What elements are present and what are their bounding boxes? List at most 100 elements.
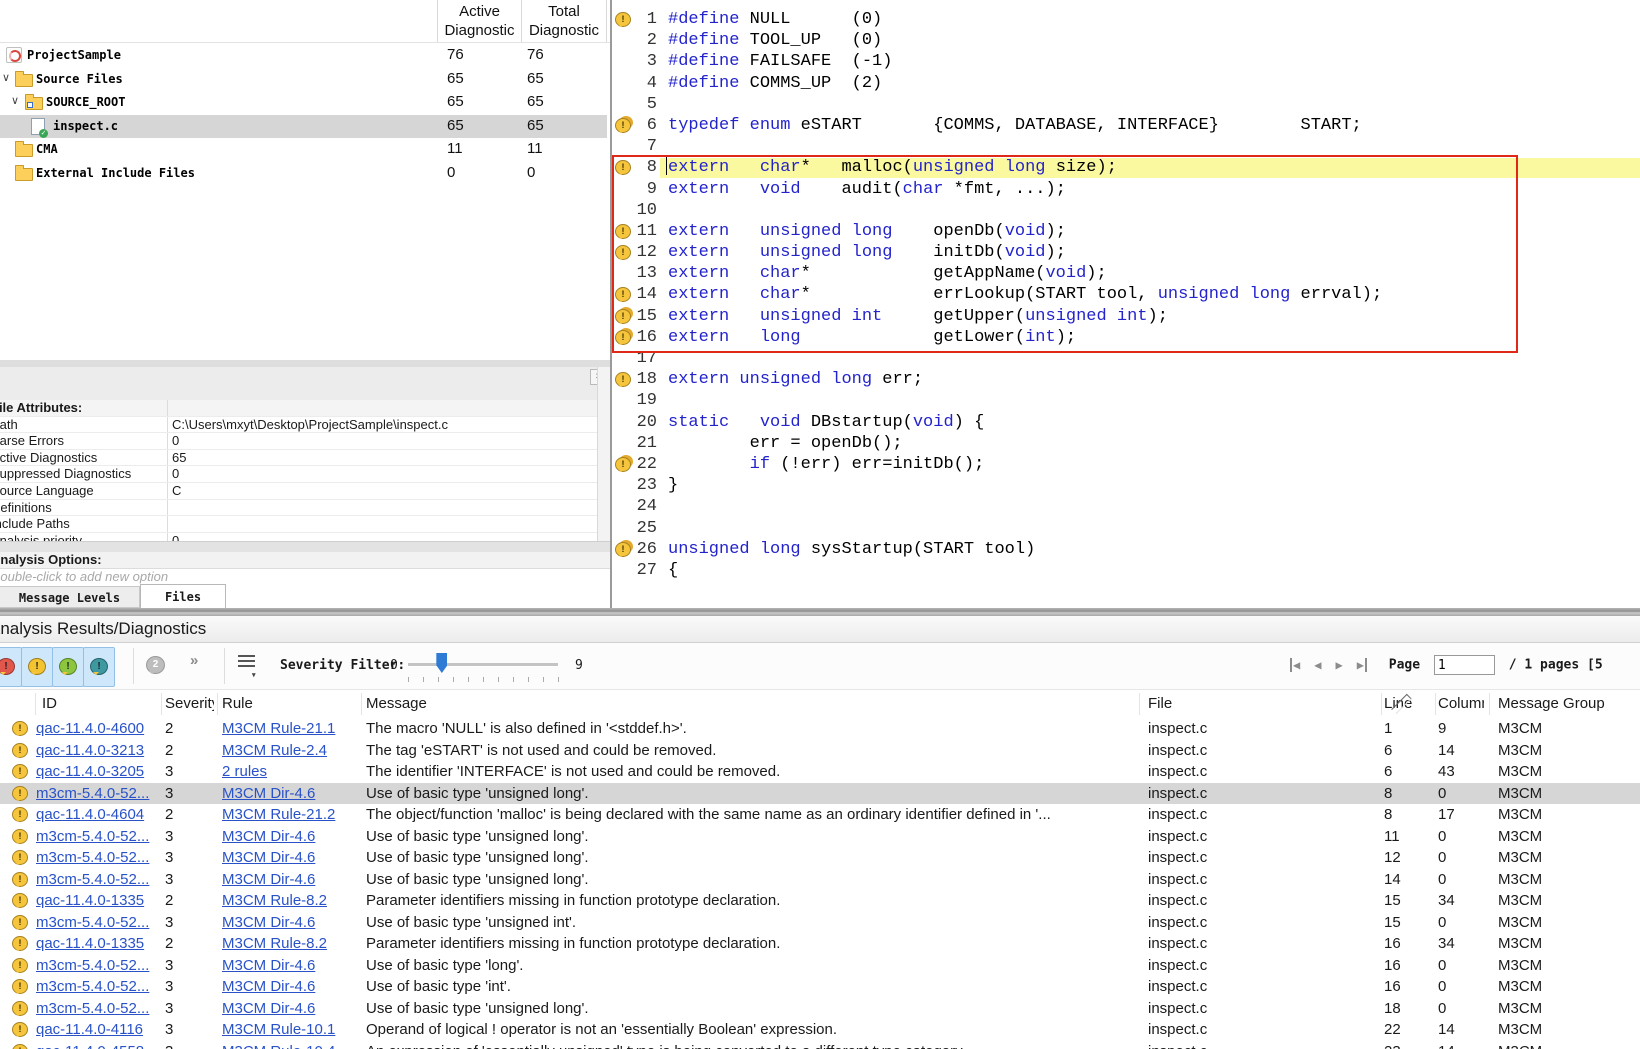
horizontal-splitter[interactable] [0, 360, 610, 367]
diagnostic-id-link[interactable]: m3cm-5.4.0-52... [36, 828, 149, 845]
tab-files[interactable]: Files [140, 584, 226, 608]
table-row[interactable]: !m3cm-5.4.0-52...3M3CM Dir-4.6Use of bas… [0, 847, 1640, 869]
rule-link[interactable]: M3CM Rule-8.2 [222, 892, 327, 909]
rule-link[interactable]: M3CM Dir-4.6 [222, 978, 315, 995]
fast-forward-icon[interactable]: » [190, 652, 198, 669]
attribute-row[interactable]: Include Paths [0, 516, 597, 533]
attribute-value[interactable]: 0 [168, 466, 597, 482]
expand-chevron-icon[interactable]: ∨ [11, 94, 19, 107]
code-line-19[interactable]: 19 [612, 390, 1640, 411]
attribute-row[interactable]: Source LanguageC [0, 483, 597, 500]
code-line-21[interactable]: 21 err = openDb(); [612, 433, 1640, 454]
diagnostic-id-link[interactable]: m3cm-5.4.0-52... [36, 871, 149, 888]
expand-chevron-icon[interactable]: ∨ [2, 71, 10, 84]
code-line-3[interactable]: 3#define FAILSAFE (-1) [612, 51, 1640, 72]
code-line-20[interactable]: 20static void DBstartup(void) { [612, 412, 1640, 433]
diagnostic-id-link[interactable]: qac-11.4.0-4600 [36, 720, 144, 737]
attribute-row[interactable]: Definitions [0, 500, 597, 517]
table-row[interactable]: !qac-11.4.0-320532 rulesThe identifier '… [0, 761, 1640, 783]
diagnostic-id-link[interactable]: qac-11.4.0-1335 [36, 892, 144, 909]
rule-link[interactable]: M3CM Rule-2.4 [222, 742, 327, 759]
rule-link[interactable]: M3CM Rule-10.4 [222, 1043, 335, 1049]
table-row[interactable]: !qac-11.4.0-46042M3CM Rule-21.2The objec… [0, 804, 1640, 826]
header-severity[interactable]: Severity [162, 693, 218, 715]
table-row[interactable]: !m3cm-5.4.0-52...3M3CM Dir-4.6Use of bas… [0, 783, 1640, 805]
diagnostic-id-link[interactable]: m3cm-5.4.0-52... [36, 978, 149, 995]
table-row[interactable]: !qac-11.4.0-13352M3CM Rule-8.2Parameter … [0, 890, 1640, 912]
tree-item-source-files[interactable]: ∨Source Files6565 [0, 68, 607, 91]
header-id[interactable]: ID [36, 693, 162, 715]
last-page-icon[interactable]: ▶ [1357, 658, 1367, 672]
rule-link[interactable]: M3CM Rule-10.1 [222, 1021, 335, 1038]
rule-link[interactable]: M3CM Dir-4.6 [222, 785, 315, 802]
table-row[interactable]: !m3cm-5.4.0-52...3M3CM Dir-4.6Use of bas… [0, 869, 1640, 891]
table-row[interactable]: !qac-11.4.0-46002M3CM Rule-21.1The macro… [0, 718, 1640, 740]
code-line-4[interactable]: 4#define COMMS_UP (2) [612, 73, 1640, 94]
diagnostic-id-link[interactable]: qac-11.4.0-3213 [36, 742, 144, 759]
add-option-placeholder[interactable]: Double-click to add new option [0, 568, 610, 586]
table-row[interactable]: !qac-11.4.0-45583M3CM Rule-10.4An expres… [0, 1041, 1640, 1049]
tree-item-source-root[interactable]: ∨SOURCE_ROOT6565 [0, 91, 607, 114]
rule-link[interactable]: M3CM Dir-4.6 [222, 914, 315, 931]
view-menu-icon[interactable]: ▾ [238, 655, 255, 670]
diagnostic-id-link[interactable]: m3cm-5.4.0-52... [36, 785, 149, 802]
header-file[interactable]: File [1140, 693, 1382, 715]
code-line-6[interactable]: !6typedef enum eSTART {COMMS, DATABASE, … [612, 115, 1640, 136]
rule-link[interactable]: M3CM Dir-4.6 [222, 957, 315, 974]
filter-info-button[interactable]: ! [52, 647, 84, 687]
attribute-value[interactable]: C [168, 483, 597, 499]
tree-header-active-diagnostic[interactable]: Active Diagnostic [437, 0, 521, 42]
diagnostic-id-link[interactable]: qac-11.4.0-3205 [36, 763, 144, 780]
tree-item-cma[interactable]: CMA1111 [0, 138, 607, 161]
table-row[interactable]: !m3cm-5.4.0-52...3M3CM Dir-4.6Use of bas… [0, 912, 1640, 934]
attribute-value[interactable] [168, 500, 597, 516]
rule-link[interactable]: M3CM Rule-21.1 [222, 720, 335, 737]
diagnostic-id-link[interactable]: m3cm-5.4.0-52... [36, 957, 149, 974]
attribute-row[interactable]: Active Diagnostics65 [0, 450, 597, 467]
filter-error-button[interactable]: ! [0, 647, 22, 687]
attribute-row[interactable]: Parse Errors0 [0, 433, 597, 450]
diagnostic-id-link[interactable]: qac-11.4.0-4116 [36, 1021, 143, 1038]
tree-item-external-include-files[interactable]: External Include Files00 [0, 162, 607, 185]
code-line-25[interactable]: 25 [612, 518, 1640, 539]
diagnostic-id-link[interactable]: m3cm-5.4.0-52... [36, 914, 149, 931]
attributes-scrollbar[interactable]: ⇕ [597, 367, 611, 557]
diagnostic-id-link[interactable]: m3cm-5.4.0-52... [36, 849, 149, 866]
rule-link[interactable]: M3CM Rule-8.2 [222, 935, 327, 952]
attribute-value[interactable] [168, 516, 597, 532]
rule-link[interactable]: 2 rules [222, 763, 267, 780]
code-line-23[interactable]: 23} [612, 475, 1640, 496]
table-row[interactable]: !m3cm-5.4.0-52...3M3CM Dir-4.6Use of bas… [0, 826, 1640, 848]
previous-page-icon[interactable]: ◀ [1314, 658, 1321, 672]
diagnostic-id-link[interactable]: qac-11.4.0-4604 [36, 806, 144, 823]
severity-slider-thumb[interactable] [436, 653, 447, 673]
rule-link[interactable]: M3CM Dir-4.6 [222, 1000, 315, 1017]
filter-warning-button[interactable]: ! [21, 647, 53, 687]
rule-link[interactable]: M3CM Dir-4.6 [222, 849, 315, 866]
attribute-row[interactable]: Suppressed Diagnostics0 [0, 466, 597, 483]
main-splitter[interactable] [0, 608, 1640, 616]
table-row[interactable]: !qac-11.4.0-32132M3CM Rule-2.4The tag 'e… [0, 740, 1640, 762]
header-message[interactable]: Message [362, 693, 1140, 715]
page-number-input[interactable] [1434, 655, 1495, 675]
header-rule[interactable]: Rule [218, 693, 362, 715]
header-message-group[interactable]: Message Group [1490, 693, 1640, 715]
rule-link[interactable]: M3CM Dir-4.6 [222, 871, 315, 888]
header-column[interactable]: Column [1436, 693, 1490, 715]
attribute-value[interactable]: 65 [168, 450, 597, 466]
tree-item-projectsample[interactable]: ProjectSample7676 [0, 44, 607, 67]
code-line-22[interactable]: !22 if (!err) err=initDb(); [612, 454, 1640, 475]
next-page-icon[interactable]: ▶ [1335, 658, 1342, 672]
code-line-26[interactable]: !26unsigned long sysStartup(START tool) [612, 539, 1640, 560]
code-line-5[interactable]: 5 [612, 94, 1640, 115]
table-row[interactable]: !qac-11.4.0-41163M3CM Rule-10.1Operand o… [0, 1019, 1640, 1041]
attribute-value[interactable]: 0 [168, 433, 597, 449]
tree-item-inspect-c[interactable]: inspect.c6565 [0, 115, 607, 138]
table-row[interactable]: !m3cm-5.4.0-52...3M3CM Dir-4.6Use of bas… [0, 955, 1640, 977]
table-row[interactable]: !m3cm-5.4.0-52...3M3CM Dir-4.6Use of bas… [0, 976, 1640, 998]
diagnostic-id-link[interactable]: qac-11.4.0-1335 [36, 935, 144, 952]
attribute-value[interactable]: C:\Users\mxyt\Desktop\ProjectSample\insp… [168, 417, 597, 433]
attribute-row[interactable]: PathC:\Users\mxyt\Desktop\ProjectSample\… [0, 417, 597, 434]
tab-message-levels[interactable]: Message Levels [0, 586, 140, 608]
suppression-level-icon[interactable]: 2 [146, 656, 165, 674]
